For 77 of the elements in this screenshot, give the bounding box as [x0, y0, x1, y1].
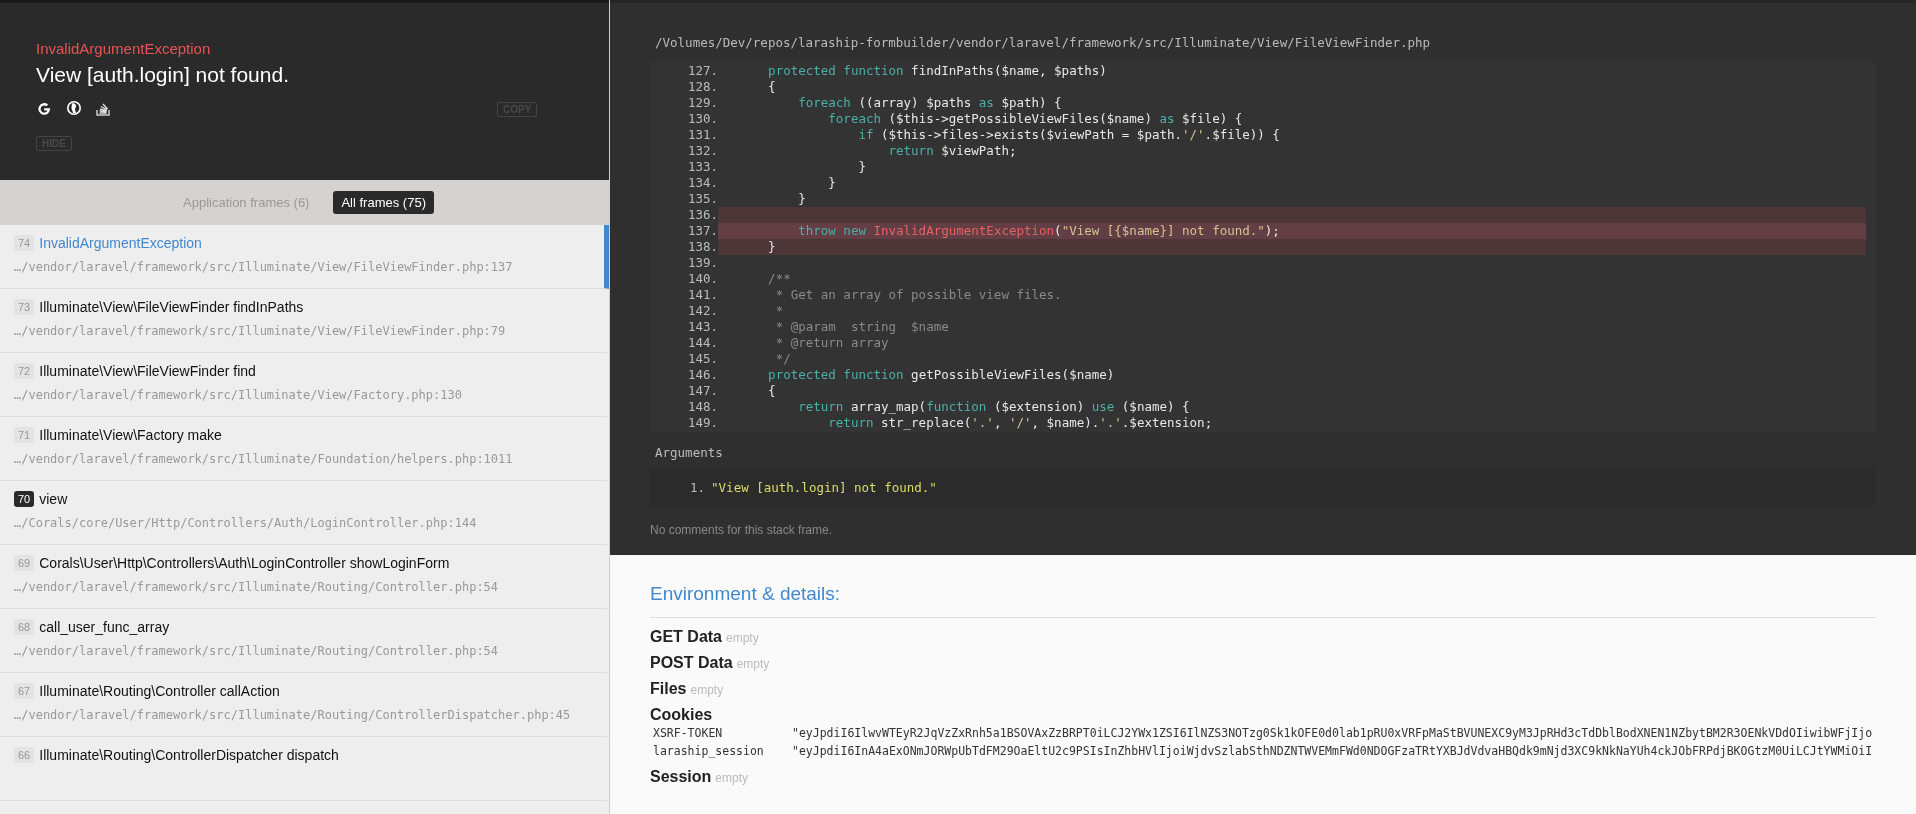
frame-title: Illuminate\View\FileViewFinder find [39, 363, 256, 379]
empty-label: empty [726, 631, 759, 645]
code-line: return str_replace('.', '/', $name).'.'.$extension; [827, 415, 1214, 431]
frame-path: …/vendor/laravel/framework/src/Illuminate/View/FileViewFinder.php:79 [14, 324, 507, 338]
code-line: { [767, 79, 777, 95]
file-path: /Volumes/Dev/repos/laraship-formbuilder/vendor/laravel/framework/src/Illuminate/View/FileViewFinder.php [655, 35, 1432, 50]
stack-frame[interactable]: 70 view …/Corals/core/User/Http/Controllers/Auth/LoginController.php:144 [0, 481, 609, 545]
frame-number: 69 [14, 555, 35, 571]
cookie-value: "eyJpdiI6IlwvWTEyR2JqVzZxRnh5a1BSOVAxZzBRPT0iLCJ2YWx1ZSI6IlNZS3NOTzg0Sk1kOFE0d0lab1pRU0xVRFpMaStBVUNEXC9yM3JpRHd3cTdDblBodXNEN1NZbytBM2R3OENkVDdOIiwibWFjIjo [792, 725, 1873, 742]
comments-note: No comments for this stack frame. [650, 523, 834, 537]
stack-frame[interactable]: 71 Illuminate\View\Factory make …/vendor/laravel/framework/src/Illuminate/Foundation/helpers.php:1011 [0, 417, 609, 481]
frame-title: InvalidArgumentException [39, 235, 202, 251]
code-line: } [857, 159, 867, 175]
frame-number: 74 [14, 235, 35, 251]
section-title: Session [650, 768, 712, 786]
frame-number: 67 [14, 683, 35, 699]
frame-title: view [39, 491, 68, 507]
frame-number: 73 [14, 299, 35, 315]
code-line: if ($this->files->exists($viewPath = $path.'/'.$file)) { [857, 127, 1281, 143]
empty-label: empty [736, 657, 770, 671]
frame-path: …/vendor/laravel/framework/src/Illuminate/Routing/Controller.php:54 [14, 644, 500, 658]
code-line: { [767, 383, 777, 399]
code-line: * Get an array of possible view files. [774, 287, 1063, 303]
stack-frame[interactable]: 73 Illuminate\View\FileViewFinder findInPaths …/vendor/laravel/framework/src/Illuminate/View/FileViewFinder.php:79 [0, 289, 609, 353]
frame-path: …/vendor/laravel/framework/src/Illuminate/Routing/ControllerDispatcher.php:45 [14, 708, 572, 722]
empty-label: empty [690, 683, 724, 697]
error-message: View [auth.login] not found. [36, 63, 290, 87]
argument-value: "View [auth.login] not found." [711, 480, 937, 495]
frame-path: …/vendor/laravel/framework/src/Illuminate/Foundation/helpers.php:1011 [14, 452, 514, 466]
stack-frame[interactable]: 72 Illuminate\View\FileViewFinder find …/vendor/laravel/framework/src/Illuminate/View/Factory.php:130 [0, 353, 609, 417]
section-heading: Environment & details: [650, 583, 1876, 618]
frame-title: Illuminate\Routing\ControllerDispatcher dispatch [39, 747, 339, 763]
code-line: } [797, 191, 807, 207]
frame-number: 68 [14, 619, 35, 635]
exception-class: InvalidArgumentException [36, 40, 212, 57]
frame-title: Illuminate\View\FileViewFinder findInPaths [39, 299, 304, 315]
code-line: return $viewPath; [887, 143, 1018, 159]
code-line: protected function findInPaths($name, $paths) [767, 63, 1108, 79]
argument-number: 1. [690, 480, 706, 495]
frames-tab[interactable]: All frames (75) [333, 191, 434, 214]
section-title: Cookies [650, 706, 713, 724]
section-title: Files [650, 680, 687, 698]
frame-path: …/vendor/laravel/framework/src/Illuminate/View/FileViewFinder.php:137 [14, 260, 514, 274]
section-title: GET Data [650, 628, 722, 646]
frame-number: 66 [14, 747, 35, 763]
code-line: foreach ($this->getPossibleViewFiles($name) as $file) { [827, 111, 1244, 127]
arguments-label: Arguments [655, 445, 724, 460]
duck-icon[interactable] [66, 100, 82, 116]
code-line: /** [767, 271, 792, 287]
code-line: foreach ((array) $paths as $path) { [797, 95, 1063, 111]
stack-frame[interactable]: 69 Corals\User\Http\Controllers\Auth\LoginController showLoginForm …/vendor/laravel/framework/src/Illuminate/Routing/Controller.php:54 [0, 545, 609, 609]
frame-title: call_user_func_array [39, 619, 170, 635]
frame-path: …/vendor/laravel/framework/src/Illuminate/Routing/Controller.php:54 [14, 580, 500, 594]
code-line: return array_map(function ($extension) use ($name) { [797, 399, 1191, 415]
frame-path: …/Corals/core/User/Http/Controllers/Auth/LoginController.php:144 [14, 516, 478, 530]
cookie-name: XSRF-TOKEN [653, 725, 724, 742]
frame-title: Illuminate\Routing\Controller callAction [39, 683, 280, 699]
google-icon[interactable] [36, 100, 52, 116]
stack-frame[interactable]: 68 call_user_func_array …/vendor/laravel/framework/src/Illuminate/Routing/Controller.php:54 [0, 609, 609, 673]
section-title: POST Data [650, 654, 733, 672]
frame-number: 71 [14, 427, 35, 443]
cookie-value: "eyJpdiI6InA4aExONmJORWpUbTdFM29OaEltU2c9PSIsInZhbHVlIjoiWjdvSzlabSthNDZNTWVEMmFWd0NDOGFzaTRtYXBJdVdvaHBQdk9mNjd3XC9kNkNaYUh4ckJObFRPdjBKOGtzM0UiLCJtYWMiOiI [792, 743, 1873, 760]
code-line: * [774, 303, 785, 319]
empty-label: empty [715, 771, 749, 785]
frame-number: 72 [14, 363, 35, 379]
stack-frame[interactable]: 66 Illuminate\Routing\ControllerDispatcher dispatch [0, 737, 609, 801]
cookie-name: laraship_session [653, 743, 765, 760]
code-line: * @param string $name [774, 319, 950, 335]
code-line: */ [774, 351, 792, 367]
code-line: protected function getPossibleViewFiles($name) [767, 367, 1116, 383]
code-line: } [827, 175, 837, 191]
stack-frame[interactable]: 67 Illuminate\Routing\Controller callAction …/vendor/laravel/framework/src/Illuminate/Routing/ControllerDispatcher.php:45 [0, 673, 609, 737]
frame-title: Corals\User\Http\Controllers\Auth\LoginController showLoginForm [39, 555, 450, 571]
code-line: * @return array [774, 335, 890, 351]
frame-title: Illuminate\View\Factory make [39, 427, 222, 443]
frame-number: 70 [14, 491, 35, 507]
frame-path: …/vendor/laravel/framework/src/Illuminate/View/Factory.php:130 [14, 388, 463, 402]
